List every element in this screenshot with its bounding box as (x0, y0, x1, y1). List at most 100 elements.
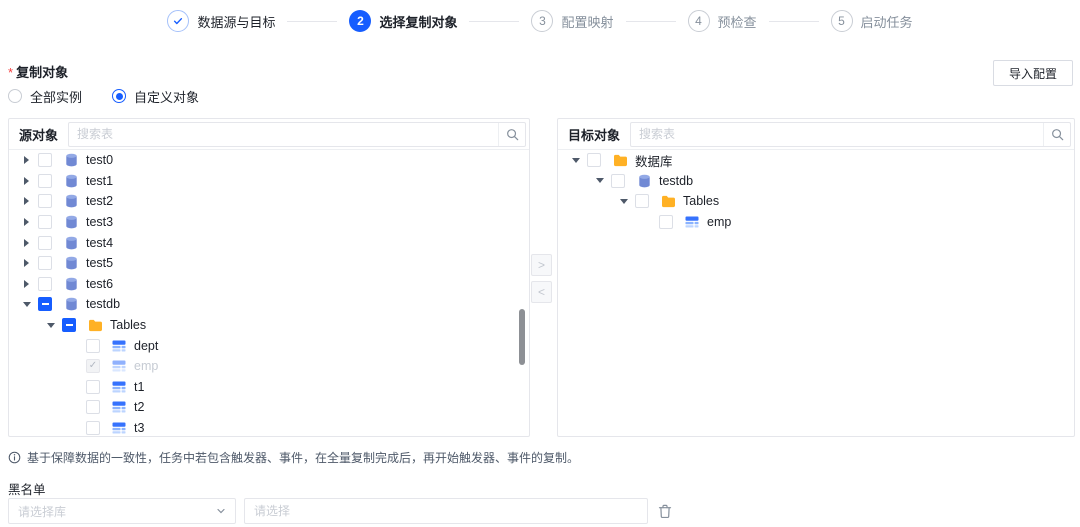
move-right-button[interactable]: > (531, 254, 552, 276)
tree-row[interactable]: t2 (9, 397, 529, 418)
required-asterisk: * (8, 65, 13, 80)
step-connector (769, 21, 819, 22)
search-icon[interactable] (498, 123, 525, 146)
consistency-note-text: 基于保障数据的一致性，任务中若包含触发器、事件，在全量复制完成后，再开始触发器、… (27, 449, 579, 466)
source-panel: 源对象 test0test1test2test3test4 test5 test6 t… (8, 118, 530, 437)
target-panel: 目标对象 数据库testdbTablesemp (557, 118, 1075, 437)
radio-custom-objects[interactable]: 自定义对象 (112, 87, 199, 106)
checkbox[interactable] (38, 174, 52, 188)
tree-row[interactable]: testdb (558, 171, 1074, 192)
checkbox[interactable] (86, 421, 100, 435)
tree-node-label: test5 (86, 256, 113, 270)
step-label: 选择复制对象 (379, 12, 457, 31)
checkbox[interactable] (38, 215, 52, 229)
tree-row[interactable]: test3 (9, 212, 529, 233)
step-connector (626, 21, 676, 22)
collapse-arrow-icon[interactable] (568, 158, 583, 163)
step-item-1[interactable]: 数据源与目标 (167, 10, 275, 32)
source-panel-header: 源对象 (9, 119, 529, 150)
checkbox[interactable] (38, 256, 52, 270)
tree-row[interactable]: test6 (9, 274, 529, 295)
step-item-5[interactable]: 5启动任务 (831, 10, 913, 32)
tree-row[interactable]: testdb (9, 294, 529, 315)
checkbox[interactable] (611, 174, 625, 188)
select-placeholder: 请选择库 (18, 503, 66, 520)
search-icon[interactable] (1043, 123, 1070, 146)
tree-row[interactable]: test0 (9, 150, 529, 171)
import-config-button[interactable]: 导入配置 (993, 60, 1073, 86)
step-number: 2 (349, 10, 371, 32)
source-search-input[interactable] (69, 127, 498, 141)
expand-arrow-icon[interactable] (19, 280, 34, 288)
expand-arrow-icon[interactable] (19, 197, 34, 205)
tree-row[interactable]: emp (558, 212, 1074, 233)
checkbox[interactable] (62, 318, 76, 332)
folder-icon (612, 154, 628, 167)
target-panel-header: 目标对象 (558, 119, 1074, 150)
folder-icon (87, 319, 103, 332)
table-icon (111, 381, 127, 393)
tree-row[interactable]: Tables (9, 315, 529, 336)
scrollbar-thumb[interactable] (519, 309, 525, 365)
expand-arrow-icon[interactable] (19, 156, 34, 164)
checkbox[interactable] (38, 277, 52, 291)
checkbox[interactable] (635, 194, 649, 208)
checkbox[interactable] (38, 236, 52, 250)
checkbox[interactable] (659, 215, 673, 229)
table-icon (111, 422, 127, 434)
tree-node-label: 数据库 (635, 151, 673, 170)
radio-all-instances[interactable]: 全部实例 (8, 87, 82, 106)
delete-icon[interactable] (658, 504, 672, 519)
collapse-arrow-icon[interactable] (616, 199, 631, 204)
target-tree: 数据库testdbTablesemp (558, 150, 1074, 436)
info-icon (8, 451, 21, 464)
blacklist-table-input[interactable] (244, 498, 648, 524)
folder-icon (660, 195, 676, 208)
tree-row[interactable]: test1 (9, 171, 529, 192)
table-icon (111, 360, 127, 372)
target-panel-title: 目标对象 (568, 125, 620, 144)
checkbox[interactable] (86, 400, 100, 414)
tree-row[interactable]: test5 (9, 253, 529, 274)
source-panel-title: 源对象 (19, 125, 58, 144)
checkbox[interactable] (38, 153, 52, 167)
collapse-arrow-icon[interactable] (592, 178, 607, 183)
collapse-arrow-icon[interactable] (43, 323, 58, 328)
expand-arrow-icon[interactable] (19, 239, 34, 247)
tree-row[interactable]: t3 (9, 418, 529, 436)
radio-icon (112, 89, 126, 103)
checkbox[interactable] (86, 380, 100, 394)
expand-arrow-icon[interactable] (19, 177, 34, 185)
tree-row[interactable]: t1 (9, 377, 529, 398)
tree-row[interactable]: Tables (558, 191, 1074, 212)
expand-arrow-icon[interactable] (19, 259, 34, 267)
step-label: 配置映射 (561, 12, 613, 31)
tree-row[interactable]: test2 (9, 191, 529, 212)
tree-row[interactable]: 数据库 (558, 150, 1074, 171)
table-icon (111, 401, 127, 413)
checkbox[interactable] (86, 339, 100, 353)
tree-row[interactable]: emp (9, 356, 529, 377)
consistency-note: 基于保障数据的一致性，任务中若包含触发器、事件，在全量复制完成后，再开始触发器、… (8, 449, 579, 466)
tree-row[interactable]: dept (9, 335, 529, 356)
collapse-arrow-icon[interactable] (19, 302, 34, 307)
step-item-4[interactable]: 4预检查 (688, 10, 757, 32)
move-left-button[interactable]: < (531, 281, 552, 303)
checkbox[interactable] (38, 194, 52, 208)
checkbox[interactable] (587, 153, 601, 167)
step-item-3[interactable]: 3配置映射 (531, 10, 613, 32)
step-number: 5 (831, 10, 853, 32)
tree-node-label: dept (134, 339, 158, 353)
checkbox[interactable] (86, 359, 100, 373)
tree-node-label: t3 (134, 421, 144, 435)
step-item-2[interactable]: 2 选择复制对象 (349, 10, 457, 32)
checkbox[interactable] (38, 297, 52, 311)
tree-node-label: testdb (86, 297, 120, 311)
expand-arrow-icon[interactable] (19, 218, 34, 226)
step-label: 预检查 (718, 12, 757, 31)
target-search-input[interactable] (631, 127, 1043, 141)
step-label: 数据源与目标 (197, 12, 275, 31)
tree-row[interactable]: test4 (9, 232, 529, 253)
blacklist-db-select[interactable]: 请选择库 (8, 498, 236, 524)
table-icon (111, 340, 127, 352)
